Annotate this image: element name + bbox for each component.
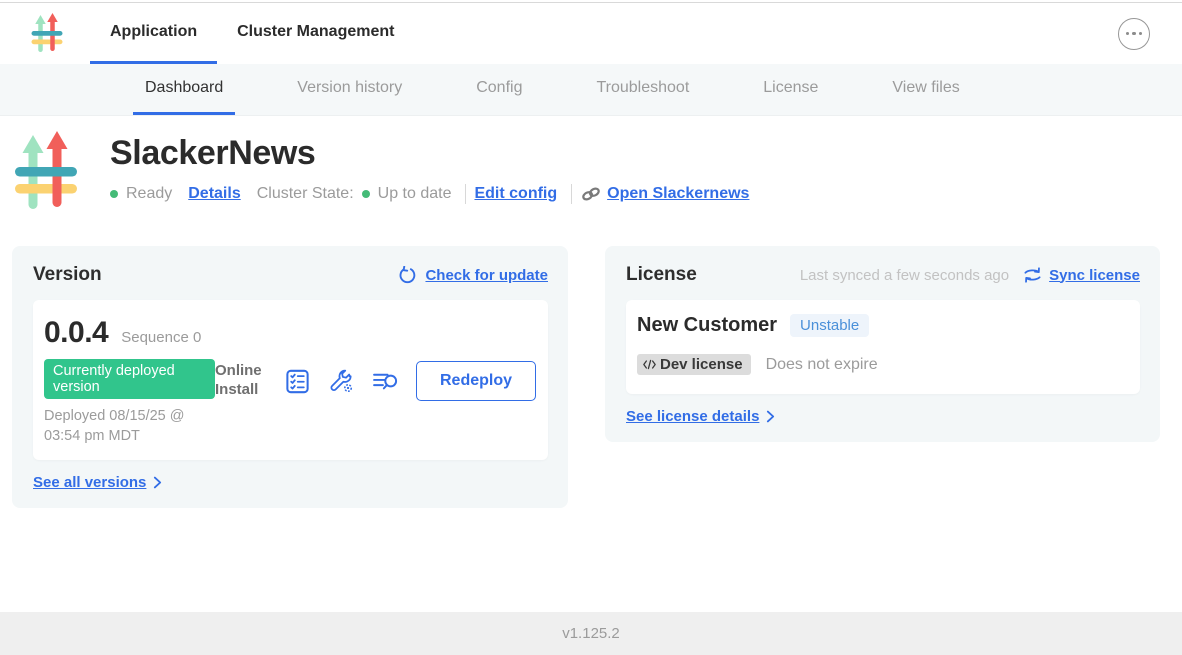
deployed-badge: Currently deployed version [44,359,215,399]
code-brackets-icon [642,359,657,370]
channel-badge: Unstable [790,314,869,337]
chevron-right-icon [766,410,775,423]
tab-cluster-management[interactable]: Cluster Management [217,3,414,64]
redeploy-button[interactable]: Redeploy [416,361,536,401]
tab-application[interactable]: Application [90,3,217,64]
edit-config-link[interactable]: Edit config [474,185,557,203]
refresh-icon [398,266,417,285]
see-all-versions-link[interactable]: See all versions [33,474,162,491]
app-state-label: Ready [126,185,172,203]
subnav-tab-version-history[interactable]: Version history [285,64,414,115]
tab-application-label: Application [110,23,197,41]
subnav-tab-config[interactable]: Config [464,64,534,115]
preflight-checks-button[interactable] [284,368,311,395]
chain-link-icon [580,186,602,202]
cluster-state-label: Cluster State: [257,185,354,203]
main-nav: Application Cluster Management [90,3,414,64]
open-app-link[interactable]: Open Slackernews [580,185,749,203]
cluster-state-value: Up to date [378,185,452,203]
sync-license-link[interactable]: Sync license [1023,267,1140,284]
install-type-label: Online Install [215,362,267,400]
app-ready-dot-icon [110,190,118,198]
license-card-title: License [626,264,697,286]
subnav-tab-troubleshoot[interactable]: Troubleshoot [584,64,701,115]
current-version-panel: 0.0.4 Sequence 0 Currently deployed vers… [33,300,548,460]
license-expiry: Does not expire [766,356,878,374]
dashboard-cards: Version Check for update 0.0.4 Sequence [0,216,1182,508]
app-logo-large-icon [14,130,78,216]
lines-magnifier-icon [372,368,399,395]
page-title: SlackerNews [110,134,757,173]
chevron-right-icon [153,476,162,489]
last-synced-label: Last synced a few seconds ago [800,267,1009,284]
check-for-update-link[interactable]: Check for update [398,266,548,285]
see-license-details-link[interactable]: See license details [626,408,775,425]
checklist-icon [284,368,311,395]
deployed-timestamp: Deployed 08/15/25 @ 03:54 pm MDT [44,407,215,446]
license-type-badge: Dev license [637,354,751,375]
details-link[interactable]: Details [188,185,240,203]
main-content: SlackerNews Ready Details Cluster State:… [0,116,1182,612]
wrench-gear-icon [328,368,355,395]
ellipsis-icon [1126,32,1130,36]
app-subnav: Dashboard Version history Config Trouble… [0,64,1182,116]
subnav-tab-license[interactable]: License [751,64,830,115]
version-number: 0.0.4 [44,316,108,350]
page: Application Cluster Management Dashboard… [0,0,1182,655]
main-header: Application Cluster Management [0,3,1182,64]
tab-cluster-management-label: Cluster Management [237,23,394,41]
overflow-menu-button[interactable] [1118,18,1150,50]
version-card: Version Check for update 0.0.4 Sequence [12,246,568,508]
divider [571,184,572,204]
configure-version-button[interactable] [328,368,355,395]
subnav-tab-view-files[interactable]: View files [880,64,971,115]
double-arrow-sync-icon [1023,267,1042,283]
license-card: License Last synced a few seconds ago Sy… [605,246,1160,442]
app-status-row: Ready Details Cluster State: Up to date … [110,184,757,204]
app-title-block: SlackerNews Ready Details Cluster State:… [0,116,1182,216]
app-logo-icon [30,13,64,55]
console-footer: v1.125.2 [0,612,1182,655]
version-card-title: Version [33,264,102,286]
subnav-tab-dashboard[interactable]: Dashboard [133,64,235,115]
divider [465,184,466,204]
customer-name: New Customer [637,314,777,337]
cluster-state-dot-icon [362,190,370,198]
sequence-label: Sequence 0 [121,329,201,346]
view-logs-button[interactable] [372,368,399,395]
console-version: v1.125.2 [562,625,620,642]
license-panel: New Customer Unstable Dev license Does n… [626,300,1140,394]
